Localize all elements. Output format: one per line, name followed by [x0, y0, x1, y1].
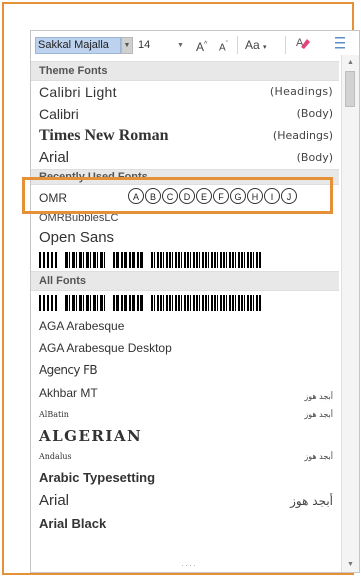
scroll-down-arrow-icon[interactable]: ▼ [342, 559, 359, 571]
font-item-arial-black[interactable]: Arial Black [31, 513, 339, 535]
font-name: AlBatin [39, 410, 69, 419]
font-name: AGA Arabesque [39, 319, 125, 333]
change-case-button[interactable]: Aa ▾ [245, 34, 267, 56]
font-item-times-new-roman[interactable]: Times New Roman (Headings) [31, 125, 339, 147]
font-dropdown-panel: Sakkal Majalla ▼ 14 ▼ A^ Aˇ Aa ▾ A Theme… [30, 30, 360, 573]
font-item-algerian[interactable]: ALGERIAN [31, 425, 339, 447]
toolbar-separator [285, 36, 286, 54]
font-item-calibri[interactable]: Calibri (Body) [31, 103, 339, 125]
grow-font-button[interactable]: A^ [196, 34, 207, 56]
font-name: Calibri Light [39, 84, 117, 100]
font-tag: أبجد هوز [304, 410, 333, 419]
toolbar-separator [237, 36, 238, 54]
font-item-arial[interactable]: Arial (Body) [31, 147, 339, 169]
font-name: Agency FB [39, 363, 98, 377]
scrollbar-thumb[interactable] [345, 71, 355, 107]
font-item-barcode-all[interactable] [31, 291, 339, 315]
font-name: ALGERIAN [39, 427, 143, 445]
font-tag: (Headings) [269, 85, 333, 98]
font-item-calibri-light[interactable]: Calibri Light (Headings) [31, 81, 339, 103]
font-size-dropdown-button[interactable]: ▼ [177, 37, 184, 54]
barcode-sample [39, 249, 331, 268]
barcode-segment [39, 295, 57, 311]
font-name: Arabic Typesetting [39, 470, 156, 485]
list-icon[interactable] [333, 34, 347, 56]
font-name: Andalus [39, 452, 72, 461]
font-name: Akhbar MT [39, 386, 98, 400]
font-tag: أبجد هوز [304, 452, 333, 461]
shrink-font-label: A [219, 42, 226, 54]
font-tag: (Body) [296, 151, 333, 164]
font-item-akhbar-mt[interactable]: Akhbar MT أبجد هوز [31, 381, 339, 405]
all-fonts-header: All Fonts [31, 271, 339, 291]
font-name-dropdown-button[interactable]: ▼ [121, 37, 133, 54]
font-item-arabic-typesetting[interactable]: Arabic Typesetting [31, 467, 339, 489]
theme-fonts-header: Theme Fonts [31, 61, 339, 81]
clear-formatting-icon[interactable]: A [295, 34, 311, 56]
font-name: AGA Arabesque Desktop [39, 341, 172, 355]
barcode-segment [65, 295, 105, 311]
font-toolbar: Sakkal Majalla ▼ 14 ▼ A^ Aˇ Aa ▾ A [31, 31, 359, 59]
shrink-font-button[interactable]: Aˇ [219, 34, 228, 56]
font-list: Theme Fonts Calibri Light (Headings) Cal… [31, 61, 339, 572]
scroll-up-arrow-icon[interactable]: ▲ [342, 57, 359, 69]
font-item-open-sans[interactable]: Open Sans [31, 227, 339, 249]
font-tag: (Body) [296, 107, 333, 120]
font-item-aga-arabesque-desktop[interactable]: AGA Arabesque Desktop [31, 337, 339, 359]
font-name: Open Sans [39, 229, 115, 246]
font-item-barcode-recent[interactable] [31, 249, 339, 271]
vertical-scrollbar[interactable]: ▲ ▼ [341, 55, 359, 572]
barcode-segment [151, 252, 261, 268]
font-item-agency-fb[interactable]: Agency FB [31, 359, 339, 381]
barcode-sample [39, 291, 331, 311]
barcode-segment [39, 252, 57, 268]
barcode-segment [65, 252, 105, 268]
font-name: Arial [39, 149, 70, 166]
font-name: Arial [39, 492, 70, 509]
barcode-segment [151, 295, 261, 311]
font-item-andalus[interactable]: Andalus أبجد هوز [31, 447, 339, 467]
font-item-albatin[interactable]: AlBatin أبجد هوز [31, 405, 339, 425]
font-item-arial-all[interactable]: Arial أبجد هوز [31, 489, 339, 513]
font-name: Calibri [39, 106, 79, 122]
barcode-segment [113, 295, 143, 311]
change-case-label: Aa [245, 38, 260, 52]
font-item-aga-arabesque[interactable]: AGA Arabesque [31, 315, 339, 337]
grow-font-label: A [196, 40, 205, 54]
font-tag: أبجد هوز [290, 494, 333, 508]
font-name: Arial Black [39, 516, 107, 531]
font-name-input[interactable]: Sakkal Majalla [35, 37, 121, 54]
font-name: Times New Roman [39, 127, 169, 144]
omr-highlight-box [22, 177, 333, 214]
resize-grip-icon[interactable]: ···· [181, 560, 197, 570]
barcode-segment [113, 252, 143, 268]
font-tag: (Headings) [272, 129, 333, 142]
